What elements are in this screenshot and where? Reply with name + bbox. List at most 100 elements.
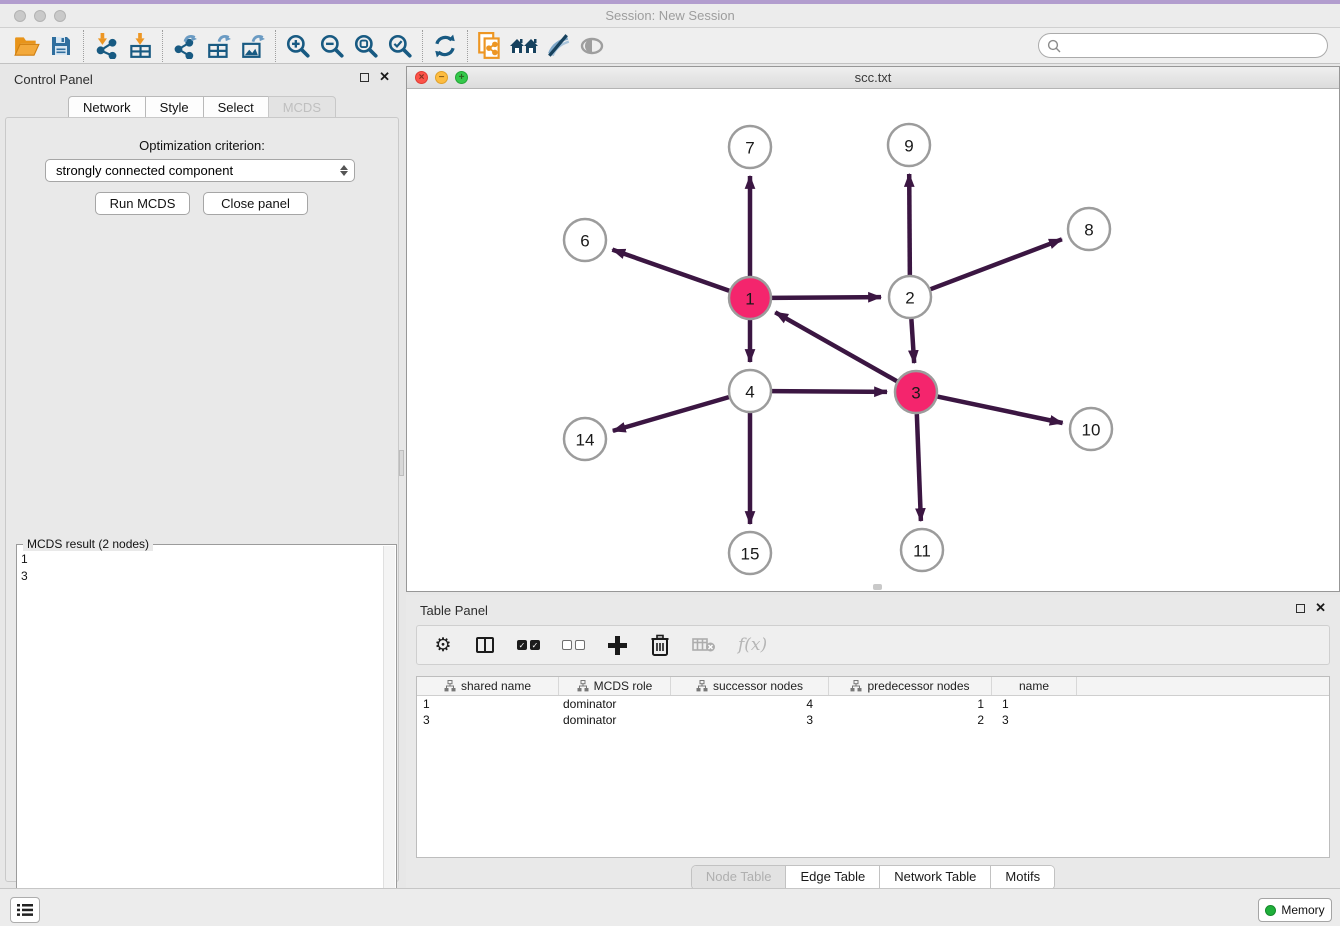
function-builder-disabled: f(x) bbox=[738, 635, 767, 655]
network-graph[interactable]: 7968124314101511 bbox=[407, 89, 1339, 591]
import-table-icon bbox=[127, 33, 153, 59]
memory-button[interactable]: Memory bbox=[1258, 898, 1332, 922]
mcds-result-title: MCDS result (2 nodes) bbox=[23, 537, 153, 551]
column-header-predecessor-nodes[interactable]: predecessor nodes bbox=[829, 677, 992, 695]
tab-motifs[interactable]: Motifs bbox=[991, 866, 1054, 889]
cell-name[interactable]: 3 bbox=[992, 712, 1077, 728]
task-history-button[interactable] bbox=[10, 897, 40, 923]
graph-edge-2-9[interactable] bbox=[909, 174, 910, 275]
attribute-icon bbox=[444, 680, 456, 692]
export-network-button[interactable] bbox=[168, 31, 202, 61]
tab-edge-table[interactable]: Edge Table bbox=[786, 866, 880, 889]
graph-edge-2-3[interactable] bbox=[911, 319, 914, 363]
export-image-button[interactable] bbox=[236, 31, 270, 61]
app-titlebar: Session: New Session bbox=[0, 4, 1340, 28]
tab-network-table[interactable]: Network Table bbox=[880, 866, 991, 889]
table-settings-gear-icon[interactable]: ⚙ bbox=[433, 636, 453, 655]
toolbar-separator bbox=[162, 30, 163, 62]
cell-predecessor-nodes[interactable]: 2 bbox=[829, 712, 992, 728]
attribute-icon bbox=[577, 680, 589, 692]
table-header-row: shared name MCDS role successor nodes pr… bbox=[417, 677, 1329, 696]
column-header-name[interactable]: name bbox=[992, 677, 1077, 695]
cell-shared-name[interactable]: 1 bbox=[417, 696, 559, 712]
close-panel-icon[interactable]: ✕ bbox=[1315, 603, 1326, 613]
memory-status-icon bbox=[1265, 905, 1276, 916]
cell-mcds-role[interactable]: dominator bbox=[559, 696, 671, 712]
show-columns-button[interactable] bbox=[475, 637, 495, 653]
column-label: shared name bbox=[461, 679, 531, 693]
zoom-selected-button[interactable] bbox=[383, 31, 417, 61]
canvas-scroll-thumb[interactable] bbox=[873, 584, 882, 590]
cell-mcds-role[interactable]: dominator bbox=[559, 712, 671, 728]
result-scrollbar[interactable] bbox=[383, 546, 395, 924]
close-panel-icon[interactable]: ✕ bbox=[379, 72, 390, 82]
home-networks-button[interactable] bbox=[507, 31, 541, 61]
memory-label: Memory bbox=[1281, 903, 1324, 917]
attribute-icon bbox=[850, 680, 862, 692]
unchecked-box-icon bbox=[562, 640, 572, 650]
graph-node-label-15: 15 bbox=[741, 545, 760, 564]
plus-icon bbox=[607, 635, 628, 656]
graph-edge-4-14[interactable] bbox=[613, 397, 729, 431]
toolbar-separator bbox=[422, 30, 423, 62]
select-all-button[interactable]: ✓✓ bbox=[517, 640, 540, 650]
cell-predecessor-nodes[interactable]: 1 bbox=[829, 696, 992, 712]
cell-successor-nodes[interactable]: 4 bbox=[671, 696, 829, 712]
export-network-icon bbox=[172, 33, 198, 59]
zoom-out-icon bbox=[319, 33, 345, 59]
graph-edge-2-8[interactable] bbox=[931, 239, 1062, 289]
column-label: predecessor nodes bbox=[867, 679, 969, 693]
checked-box-icon: ✓ bbox=[517, 640, 527, 650]
tab-node-table[interactable]: Node Table bbox=[692, 866, 787, 889]
cell-shared-name[interactable]: 3 bbox=[417, 712, 559, 728]
graph-node-label-3: 3 bbox=[911, 384, 920, 403]
graph-node-label-7: 7 bbox=[745, 139, 754, 158]
toolbar-separator bbox=[83, 30, 84, 62]
column-header-mcds-role[interactable]: MCDS role bbox=[559, 677, 671, 695]
table-panel-title: Table Panel bbox=[420, 603, 488, 618]
attribute-icon bbox=[696, 680, 708, 692]
graph-edge-3-10[interactable] bbox=[938, 397, 1063, 423]
show-hide-bird-view-button[interactable] bbox=[575, 31, 609, 61]
zoom-out-button[interactable] bbox=[315, 31, 349, 61]
table-row[interactable]: 3 dominator 3 2 3 bbox=[417, 712, 1329, 728]
cell-successor-nodes[interactable]: 3 bbox=[671, 712, 829, 728]
import-network-button[interactable] bbox=[89, 31, 123, 61]
graph-node-label-2: 2 bbox=[905, 289, 914, 308]
search-field-container bbox=[1038, 33, 1328, 58]
zoom-fit-button[interactable] bbox=[349, 31, 383, 61]
import-table-button[interactable] bbox=[123, 31, 157, 61]
unselect-all-button[interactable] bbox=[562, 640, 585, 650]
search-input[interactable] bbox=[1065, 36, 1327, 56]
cell-name[interactable]: 1 bbox=[992, 696, 1077, 712]
unchecked-box-icon bbox=[575, 640, 585, 650]
criterion-select[interactable]: strongly connected component bbox=[45, 159, 355, 182]
open-session-button[interactable] bbox=[10, 31, 44, 61]
show-hide-graphics-details-button[interactable] bbox=[541, 31, 575, 61]
save-session-button[interactable] bbox=[44, 31, 78, 61]
zoom-in-button[interactable] bbox=[281, 31, 315, 61]
graph-edge-3-1[interactable] bbox=[775, 312, 897, 381]
delete-column-button[interactable] bbox=[650, 634, 670, 656]
apply-layout-button[interactable] bbox=[428, 31, 462, 61]
network-window-titlebar[interactable]: × − + scc.txt bbox=[407, 67, 1339, 89]
run-mcds-button[interactable]: Run MCDS bbox=[95, 192, 190, 215]
table-row[interactable]: 1 dominator 4 1 1 bbox=[417, 696, 1329, 712]
graph-edge-4-3[interactable] bbox=[772, 391, 887, 392]
copy-network-button[interactable] bbox=[473, 31, 507, 61]
close-panel-button[interactable]: Close panel bbox=[203, 192, 308, 215]
graph-edge-3-11[interactable] bbox=[917, 414, 921, 521]
graph-edge-1-2[interactable] bbox=[772, 297, 881, 298]
add-column-button[interactable] bbox=[607, 635, 628, 656]
graph-edge-1-6[interactable] bbox=[612, 250, 729, 291]
column-header-shared-name[interactable]: shared name bbox=[417, 677, 559, 695]
columns-icon bbox=[476, 637, 494, 653]
network-canvas[interactable]: 7968124314101511 bbox=[407, 89, 1339, 591]
export-table-button[interactable] bbox=[202, 31, 236, 61]
import-network-icon bbox=[93, 33, 119, 59]
houses-icon bbox=[509, 34, 539, 58]
panel-splitter-handle[interactable] bbox=[399, 450, 404, 476]
float-panel-icon[interactable] bbox=[1296, 604, 1305, 613]
float-panel-icon[interactable] bbox=[360, 73, 369, 82]
column-header-successor-nodes[interactable]: successor nodes bbox=[671, 677, 829, 695]
